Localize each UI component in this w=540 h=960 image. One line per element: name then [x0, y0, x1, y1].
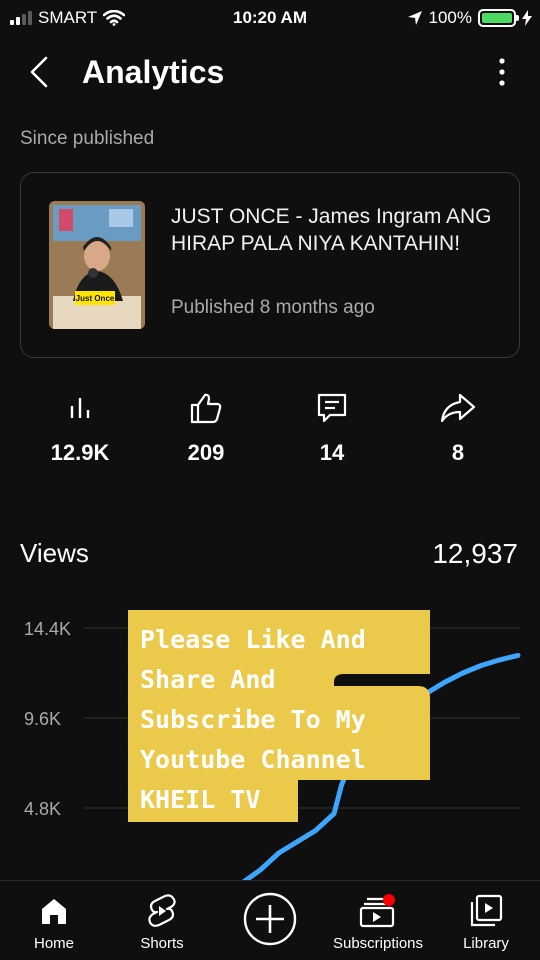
- tab-library[interactable]: Library: [436, 891, 536, 952]
- video-title[interactable]: JUST ONCE - James Ingram ANG HIRAP PALA …: [171, 203, 506, 257]
- video-card[interactable]: Just Once JUST ONCE - James Ingram ANG H…: [20, 172, 520, 358]
- views-count: 12.9K: [50, 440, 110, 465]
- like-icon: [190, 393, 222, 424]
- since-published-label: Since published: [20, 128, 155, 149]
- back-arrow-icon[interactable]: [22, 54, 58, 90]
- subscriptions-icon: [359, 894, 395, 928]
- video-thumbnail[interactable]: Just Once: [49, 201, 145, 329]
- tab-subscriptions[interactable]: Subscriptions: [328, 891, 428, 952]
- thumbnail-text: Just Once: [76, 294, 115, 303]
- views-stat: 12.9K: [20, 388, 140, 466]
- views-total: 12,937: [432, 538, 518, 569]
- tab-label-library: Library: [463, 935, 509, 952]
- charging-bolt-icon: [522, 10, 532, 26]
- shares-stat: 8: [398, 388, 518, 466]
- app-header: Analytics: [0, 44, 540, 104]
- bottom-tab-bar: Home Shorts Subscriptions Library: [0, 880, 540, 960]
- likes-stat: 209: [146, 388, 266, 466]
- status-bar: SMART 10:20 AM 100%: [0, 0, 540, 36]
- home-icon: [42, 899, 66, 924]
- stats-row: 12.9K 209 14 8: [0, 388, 540, 478]
- y-tick-label: 14.4K: [24, 619, 71, 639]
- shorts-icon: [148, 894, 176, 927]
- promo-text-overlay: [128, 610, 430, 822]
- create-plus-icon: [243, 892, 297, 946]
- comment-icon: [317, 393, 347, 423]
- tab-label-home: Home: [33, 935, 74, 952]
- library-icon: [470, 894, 503, 927]
- battery-icon: [478, 9, 519, 27]
- battery-percent: 100%: [428, 8, 472, 27]
- y-tick-label: 4.8K: [24, 799, 61, 819]
- views-bar-icon: [70, 398, 90, 418]
- tab-label-subscriptions: Subscriptions: [332, 935, 424, 952]
- tab-home[interactable]: Home: [4, 891, 104, 952]
- likes-count: 209: [187, 440, 225, 465]
- shares-count: 8: [451, 440, 465, 465]
- tab-shorts[interactable]: Shorts: [112, 891, 212, 952]
- y-tick-label: 9.6K: [24, 709, 61, 729]
- share-icon: [440, 393, 476, 423]
- more-options-icon[interactable]: [494, 56, 510, 88]
- comments-count: 14: [319, 440, 345, 465]
- tab-label-shorts: Shorts: [140, 935, 184, 952]
- status-right: 100%: [407, 8, 532, 28]
- published-date: Published 8 months ago: [171, 297, 375, 318]
- location-arrow-icon: [407, 11, 422, 25]
- page-title: Analytics: [82, 54, 225, 90]
- views-heading: Views: [20, 538, 89, 568]
- tab-create[interactable]: [220, 891, 320, 947]
- comments-stat: 14: [272, 388, 392, 466]
